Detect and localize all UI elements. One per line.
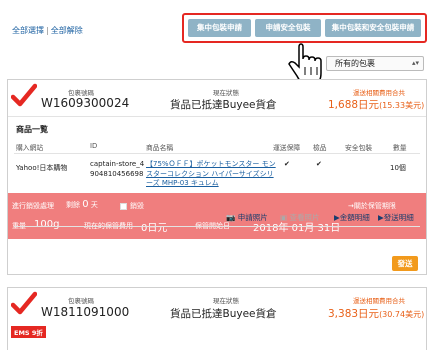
- remaining-days: 剩餘 0 天: [66, 199, 98, 210]
- request-photo-label: 申請照片: [237, 213, 268, 222]
- deselect-all-link[interactable]: 全部解除: [51, 26, 83, 35]
- fee-jpy: 1,688日元: [328, 99, 380, 111]
- consolidate-button[interactable]: 集中包裝申請: [188, 19, 251, 37]
- request-photo-link[interactable]: 📷 申請照片: [226, 212, 268, 223]
- storage-period-link[interactable]: →關於保管期限: [348, 201, 396, 211]
- fee-detail-link[interactable]: ▶金額明細: [334, 212, 370, 223]
- package-number-label: 包裹號碼: [68, 297, 94, 305]
- ems-discount-badge: EMS 9折: [11, 326, 46, 338]
- items-section-title: 商品一覧: [16, 125, 48, 134]
- storage-label: 進行銷毀處理: [12, 202, 54, 210]
- fee-usd: (30.74美元): [379, 310, 425, 319]
- dispose-option[interactable]: 銷毀: [120, 201, 144, 211]
- send-button[interactable]: 發送: [392, 256, 418, 271]
- col-safe-pack: 安全包裝: [345, 144, 373, 152]
- item-site: Yahoo!日本購物: [16, 164, 68, 172]
- shipping-detail-link[interactable]: ▶發送明細: [378, 212, 414, 223]
- table-header-divider: [14, 153, 420, 154]
- days-value: 0: [82, 199, 89, 210]
- item-qty: 10個: [390, 164, 406, 172]
- dispose-label: 銷毀: [130, 202, 144, 210]
- col-id: ID: [90, 142, 98, 150]
- status-label: 現在狀態: [213, 89, 239, 97]
- image-icon: ▣: [280, 213, 288, 222]
- col-site: 購入網站: [16, 144, 44, 152]
- safe-pack-button[interactable]: 申請安全包裝: [255, 19, 321, 37]
- shipping-fee: 1,688日元(15.33美元): [328, 97, 424, 112]
- item-name-line2: スターコレクション ハイパーサイズシリ: [146, 169, 274, 178]
- col-guarantee: 運送保障: [273, 144, 301, 152]
- filter-selected-value: 所有的包裹: [335, 59, 375, 68]
- selection-links: 全部選擇 | 全部解除: [12, 25, 83, 36]
- status-label: 現在狀態: [213, 297, 239, 305]
- fee-label: 運送相關費用合共: [353, 297, 405, 305]
- checkmark-icon[interactable]: [11, 291, 37, 317]
- fee-detail-label: 金額明細: [339, 213, 370, 222]
- package-status: 貨品已抵達Buyee貨倉: [170, 99, 277, 111]
- separator: |: [46, 26, 49, 35]
- item-name-line3: ーズ MHP-03 キュレム: [146, 179, 219, 187]
- divider: [8, 116, 426, 117]
- package-card: 包裹號碼 W1811091000 現在狀態 貨品已抵達Buyee貨倉 運送相關費…: [7, 287, 427, 350]
- inspection-check-icon: ✔: [316, 160, 322, 168]
- col-qty: 數量: [393, 144, 407, 152]
- select-all-link[interactable]: 全部選擇: [12, 26, 44, 35]
- consolidate-safe-pack-button[interactable]: 集中包裝和安全包裝申請: [325, 19, 421, 37]
- days-label: 剩餘: [66, 201, 80, 209]
- chevron-updown-icon: ▴▾: [411, 59, 419, 67]
- weight-value: 100g: [34, 219, 60, 230]
- shipping-detail-label: 發送明細: [383, 213, 414, 222]
- view-photo-link: ▣ 查看照片: [280, 212, 319, 223]
- shipping-fee: 3,383日元(30.74美元): [328, 306, 424, 321]
- item-name-line1: 【75%ＯＦＦ】ポケットモンスター モン: [146, 160, 276, 168]
- package-status: 貨品已抵達Buyee貨倉: [170, 308, 277, 320]
- fee-jpy: 3,383日元: [328, 308, 380, 320]
- item-id: captain-store_4 904810456698: [90, 160, 144, 179]
- package-card: 包裹號碼 W1609300024 現在狀態 貨品已抵達Buyee貨倉 運送相關費…: [7, 79, 427, 275]
- divider: [14, 226, 420, 227]
- item-id-line1: captain-store_4: [90, 160, 145, 168]
- fee-usd: (15.33美元): [379, 101, 425, 110]
- fee-label: 運送相關費用合共: [353, 89, 405, 97]
- package-number: W1609300024: [41, 96, 130, 110]
- top-button-group: 集中包裝申請 申請安全包裝 集中包裝和安全包裝申請: [182, 13, 427, 43]
- item-name-link[interactable]: 【75%ＯＦＦ】ポケットモンスター モン スターコレクション ハイパーサイズシリ…: [146, 160, 276, 189]
- checkmark-icon[interactable]: [11, 83, 37, 109]
- col-inspection: 檢品: [313, 144, 327, 152]
- camera-icon: 📷: [226, 213, 236, 222]
- dispose-checkbox[interactable]: [120, 202, 127, 210]
- package-filter-select[interactable]: 所有的包裹 ▴▾: [326, 56, 424, 71]
- item-id-line2: 904810456698: [90, 169, 144, 178]
- col-name: 商品名稱: [146, 144, 174, 152]
- days-unit: 天: [90, 201, 98, 209]
- guarantee-check-icon: ✔: [284, 160, 290, 168]
- package-number: W1811091000: [41, 305, 130, 319]
- view-photo-label: 查看照片: [289, 213, 320, 222]
